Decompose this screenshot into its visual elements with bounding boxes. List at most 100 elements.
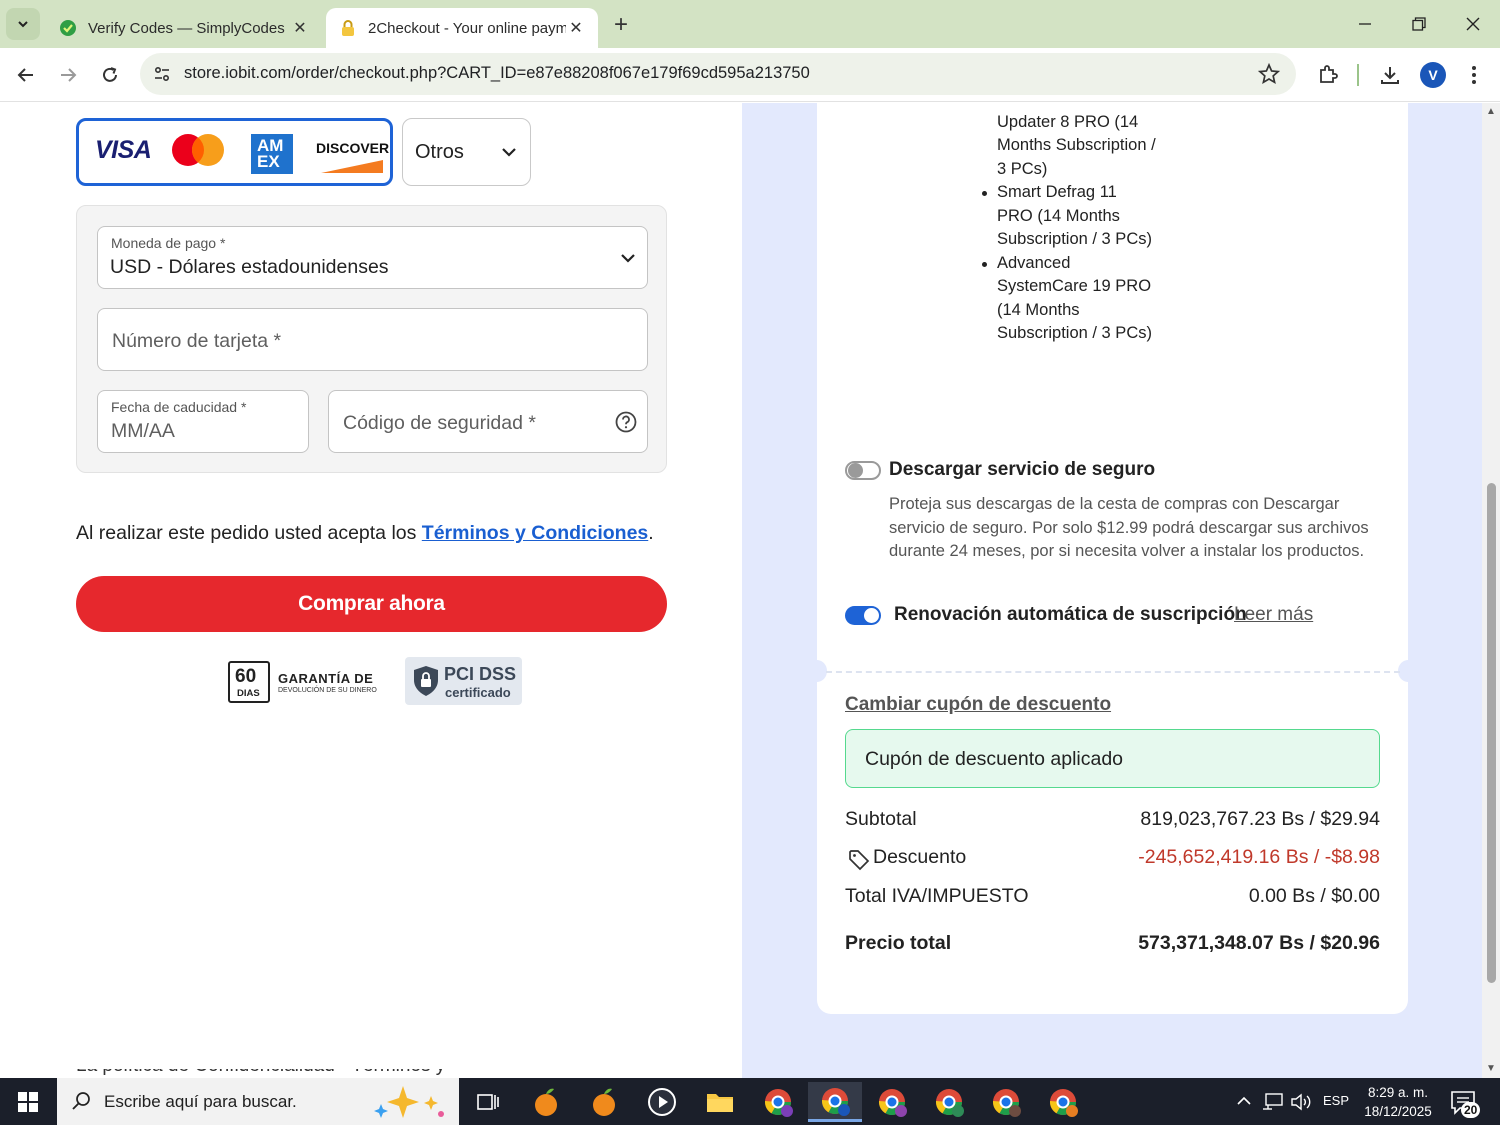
mastercard-logo-icon	[172, 134, 224, 166]
system-clock[interactable]: 8:29 a. m. 18/12/2025	[1360, 1083, 1436, 1121]
card-number-input[interactable]: Número de tarjeta *	[97, 308, 648, 371]
currency-label: Moneda de pago *	[111, 235, 226, 251]
insurance-toggle[interactable]	[845, 461, 881, 480]
simplycodes-favicon-icon	[58, 18, 78, 38]
downloads-button[interactable]	[1375, 60, 1405, 90]
card-payment-option[interactable]: VISA AM EX DISCOVER	[76, 118, 393, 186]
fl-studio-app[interactable]	[519, 1082, 573, 1122]
notification-center-button[interactable]: 20	[1448, 1088, 1482, 1123]
chevron-down-icon	[621, 254, 635, 263]
security-code-input[interactable]: Código de seguridad *	[328, 390, 648, 453]
coupon-applied-notice: Cupón de descuento aplicado	[845, 729, 1380, 788]
back-button[interactable]	[8, 57, 44, 93]
discover-logo-icon: DISCOVER	[311, 137, 389, 175]
reload-icon	[103, 67, 117, 82]
reload-button[interactable]	[92, 57, 128, 93]
fl-studio-app-2[interactable]	[577, 1082, 631, 1122]
ticket-notch-left	[807, 660, 827, 682]
windows-taskbar: Escribe aquí para buscar. ESP 8:29 a. m.…	[0, 1078, 1500, 1125]
task-view-button[interactable]	[461, 1082, 515, 1122]
address-bar[interactable]: store.iobit.com/order/checkout.php?CART_…	[140, 53, 1296, 95]
pci-dss-badge: PCI DSS certificado	[405, 657, 522, 705]
extensions-button[interactable]	[1313, 60, 1343, 90]
browser-menu-button[interactable]	[1459, 60, 1489, 90]
security-code-placeholder: Código de seguridad *	[343, 412, 536, 434]
chrome-icon	[935, 1089, 964, 1117]
sparkle-icon	[374, 1086, 444, 1118]
restore-button[interactable]	[1396, 6, 1442, 42]
scroll-down-icon[interactable]: ▼	[1485, 1063, 1497, 1074]
dashed-divider	[826, 671, 1400, 673]
expiry-placeholder: MM/AA	[111, 420, 175, 442]
terms-link[interactable]: Términos y Condiciones	[422, 522, 648, 544]
input-language[interactable]: ESP	[1323, 1093, 1349, 1108]
ticket-notch-right	[1398, 660, 1418, 682]
scrollbar-thumb[interactable]	[1487, 483, 1496, 983]
total-label: Precio total	[845, 932, 952, 954]
footer-links-text: La política de Confidencialidad · Términ…	[76, 1069, 476, 1078]
money-back-guarantee-badge: 60 DIAS GARANTÍA DE DEVOLUCIÓN DE SU DIN…	[226, 659, 386, 705]
tab-search-button[interactable]	[6, 8, 40, 40]
page-scrollbar[interactable]: ▲ ▼	[1482, 103, 1500, 1078]
expiry-label: Fecha de caducidad *	[111, 399, 247, 415]
close-tab-icon[interactable]: ✕	[566, 18, 586, 38]
card-number-placeholder: Número de tarjeta *	[112, 330, 282, 352]
toggle-knob	[848, 463, 863, 478]
chrome-profile-v2[interactable]	[865, 1082, 919, 1122]
chrome-profile-b[interactable]	[751, 1082, 805, 1122]
subtotal-value: 819,023,767.23 Bs / $29.94	[1140, 808, 1380, 830]
calendar-icon: 60 DIAS	[228, 661, 270, 703]
close-tab-icon[interactable]: ✕	[290, 18, 310, 38]
media-player-app[interactable]	[635, 1082, 689, 1122]
auto-renewal-toggle[interactable]	[845, 606, 881, 625]
chrome-icon	[878, 1089, 907, 1117]
insurance-description: Proteja sus descargas de la cesta de com…	[889, 495, 1369, 560]
site-info-icon[interactable]	[150, 62, 174, 86]
chrome-profile-v4[interactable]	[979, 1082, 1033, 1122]
chrome-profile-v3[interactable]	[922, 1082, 976, 1122]
new-tab-button[interactable]: +	[606, 11, 636, 38]
forward-arrow-icon	[61, 68, 77, 82]
url-text[interactable]: store.iobit.com/order/checkout.php?CART_…	[184, 64, 810, 83]
scroll-up-icon[interactable]: ▲	[1485, 106, 1497, 117]
file-explorer-app[interactable]	[693, 1082, 747, 1122]
network-icon[interactable]	[1262, 1092, 1284, 1112]
pci-title: PCI DSS	[444, 664, 517, 684]
chrome-icon	[992, 1089, 1021, 1117]
insurance-title: Descargar servicio de seguro	[889, 459, 1156, 480]
tab-2checkout[interactable]: 2Checkout - Your online payme ✕	[326, 8, 598, 48]
chrome-icon	[764, 1089, 793, 1117]
taskbar-search-box[interactable]: Escribe aquí para buscar.	[57, 1078, 459, 1125]
other-payment-methods-dropdown[interactable]: Otros	[402, 118, 531, 186]
product-list: IObit Software Updater 8 PRO (14 Months …	[982, 103, 1157, 346]
read-more-link[interactable]: Leer más	[1234, 604, 1313, 626]
expiry-date-input[interactable]: Fecha de caducidad * MM/AA	[97, 390, 309, 453]
buy-now-button[interactable]: Comprar ahora	[76, 576, 667, 632]
clock-time: 8:29 a. m.	[1367, 1085, 1429, 1100]
chevron-up-icon[interactable]	[1236, 1094, 1252, 1108]
help-icon[interactable]	[615, 411, 637, 433]
terms-suffix: .	[648, 522, 654, 544]
forward-button[interactable]	[50, 57, 86, 93]
play-circle-icon	[648, 1088, 676, 1116]
minimize-icon	[1359, 23, 1371, 25]
guarantee-days: 60	[235, 666, 257, 687]
total-value: 573,371,348.07 Bs / $20.96	[1138, 932, 1380, 954]
fruit-app-icon	[535, 1088, 557, 1116]
close-window-button[interactable]	[1450, 6, 1496, 42]
chrome-profile-a[interactable]	[1036, 1082, 1090, 1122]
volume-icon[interactable]	[1290, 1092, 1312, 1112]
checkout-page: VISA AM EX DISCOVER Otros Moneda de pago…	[0, 103, 1482, 1078]
chrome-profile-v-active[interactable]	[808, 1082, 862, 1122]
tab-simplycodes[interactable]: Verify Codes — SimplyCodes ✕	[46, 8, 322, 48]
start-button[interactable]	[0, 1078, 56, 1125]
list-item: Smart Defrag 11 PRO (14 Months Subscript…	[982, 181, 1157, 252]
terms-prefix: Al realizar este pedido usted acepta los	[76, 522, 422, 544]
minimize-button[interactable]	[1342, 6, 1388, 42]
currency-select[interactable]: Moneda de pago * USD - Dólares estadouni…	[97, 226, 648, 289]
bookmark-star-icon[interactable]	[1258, 63, 1280, 85]
change-coupon-link[interactable]: Cambiar cupón de descuento	[845, 694, 1111, 716]
profile-avatar[interactable]: V	[1420, 62, 1446, 88]
list-item: IObit Software Updater 8 PRO (14 Months …	[997, 103, 1157, 181]
tax-value: 0.00 Bs / $0.00	[1248, 885, 1380, 907]
